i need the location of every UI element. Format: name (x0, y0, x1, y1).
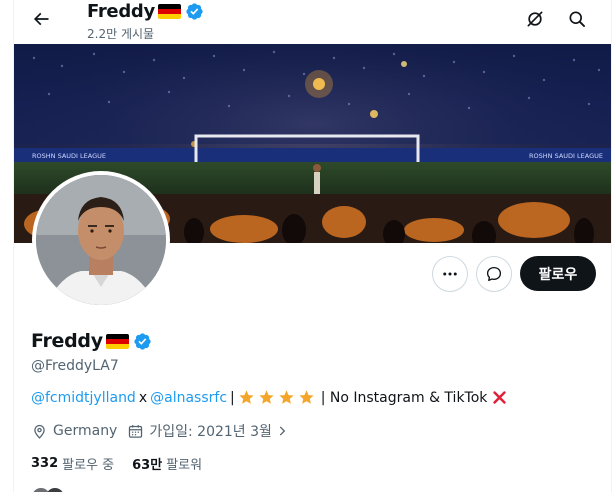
header-title: Freddy (87, 0, 204, 22)
bio-text: | No Instagram & TikTok (320, 389, 488, 406)
back-button[interactable] (26, 4, 56, 34)
star-icon (239, 390, 254, 404)
grok-icon (527, 11, 543, 27)
calendar-icon (129, 424, 143, 438)
search-icon (569, 11, 585, 28)
column-border-right (611, 0, 612, 492)
avatar-photo (36, 175, 166, 305)
avatar[interactable] (32, 171, 170, 309)
profile-meta: Germany 가입일: 2021년 3월 (31, 421, 299, 441)
following-label: 팔로우 중 (62, 458, 115, 473)
germany-flag-icon (105, 333, 129, 349)
followed-by-row-cut (31, 484, 431, 492)
profile-name: Freddy (31, 330, 103, 352)
join-date[interactable]: 가입일: 2021년 3월 (127, 421, 289, 441)
germany-flag-icon (157, 3, 181, 19)
header-name: Freddy (87, 0, 155, 22)
follow-stats: 332 팔로우 중 63만 팔로워 (31, 454, 220, 473)
posts-count: 2.2만 게시물 (87, 27, 155, 41)
location: Germany (31, 423, 117, 440)
verified-badge-icon[interactable] (133, 332, 152, 351)
following-link[interactable]: 332 팔로우 중 (31, 454, 114, 473)
profile-header: Freddy 2.2만 게시물 (14, 0, 611, 44)
verified-badge-icon (186, 2, 203, 20)
more-options-button[interactable] (432, 256, 468, 292)
following-count: 332 (31, 456, 59, 471)
arrow-left-icon (33, 12, 49, 26)
join-date-text: 가입일: 2021년 3월 (149, 424, 272, 440)
profile-handle: @FreddyLA7 (31, 358, 119, 374)
bio-separator: | (230, 389, 235, 406)
search-button[interactable] (564, 6, 590, 32)
location-pin-icon (34, 424, 45, 439)
message-icon (486, 266, 502, 282)
followers-count: 63만 (132, 458, 163, 473)
banner-board-text-2: ROSHN SAUDI LEAGUE (529, 152, 603, 160)
star-icon (299, 390, 314, 404)
grok-button[interactable] (522, 6, 548, 32)
followers-label: 팔로워 (166, 458, 203, 473)
bio-separator: x (138, 389, 148, 406)
profile-bio: @fcmidtjylland x @alnassrfc | | No Insta… (31, 389, 508, 406)
star-icon (259, 390, 274, 404)
more-icon (443, 272, 457, 276)
message-button[interactable] (476, 256, 512, 292)
red-cross-icon (493, 391, 507, 404)
followers-link[interactable]: 63만 팔로워 (132, 454, 202, 473)
follower-avatars (33, 488, 63, 492)
follow-button[interactable]: 팔로우 (520, 256, 596, 291)
profile-name-row: Freddy (31, 329, 152, 353)
banner-board-text-1: ROSHN SAUDI LEAGUE (32, 152, 106, 160)
bio-link-alnassrfc[interactable]: @alnassrfc (150, 390, 227, 406)
chevron-right-icon (279, 426, 286, 436)
star-icon (279, 390, 294, 404)
location-text: Germany (53, 423, 118, 439)
bio-link-fcmidtjylland[interactable]: @fcmidtjylland (31, 390, 136, 406)
